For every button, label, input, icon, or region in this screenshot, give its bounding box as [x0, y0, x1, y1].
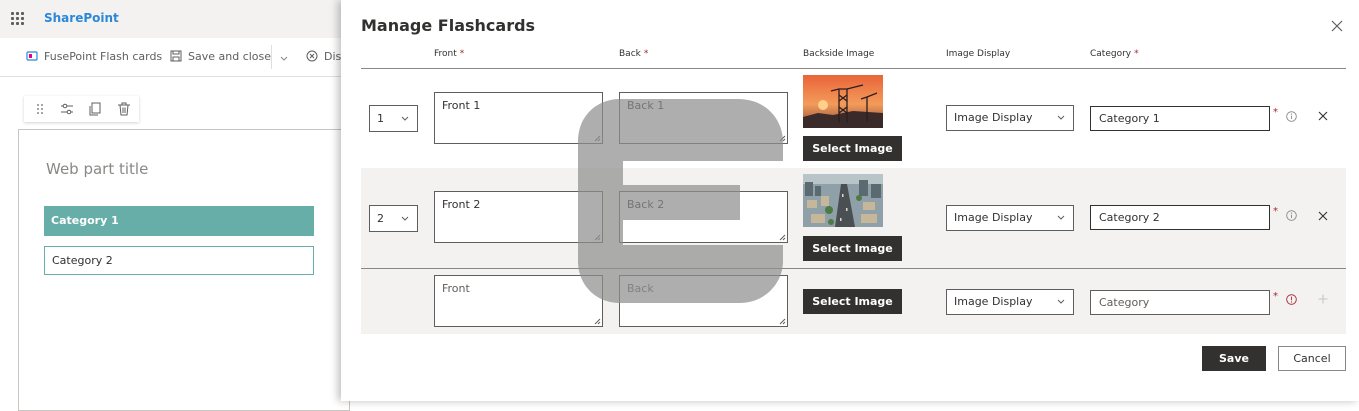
sharepoint-brand-link[interactable]: SharePoint	[44, 11, 119, 25]
front-placeholder: Front	[442, 282, 470, 295]
discard-label: Dis	[324, 50, 342, 63]
new-category-input[interactable]: Category	[1090, 290, 1270, 315]
close-icon[interactable]	[1331, 20, 1343, 32]
column-header-image-display: Image Display	[946, 49, 1011, 59]
manage-flashcards-panel: Manage Flashcards Front * Back * Backside …	[341, 0, 1359, 401]
backside-image-thumbnail	[803, 75, 883, 128]
category-input[interactable]: Category 2	[1090, 205, 1270, 230]
resize-grip-icon[interactable]	[593, 317, 601, 325]
flashcards-webpart: Web part title Category 1 Category 2	[18, 129, 350, 411]
chevron-down-icon	[1057, 299, 1065, 304]
info-icon[interactable]	[1286, 111, 1297, 122]
edit-properties-icon[interactable]	[59, 101, 75, 117]
image-display-select[interactable]: Image Display	[946, 289, 1074, 315]
column-header-category: Category *	[1090, 49, 1139, 59]
required-indicator: *	[1273, 206, 1278, 217]
image-display-select[interactable]: Image Display	[946, 205, 1074, 231]
column-header-front: Front *	[434, 49, 465, 59]
select-image-button[interactable]: Select Image	[803, 236, 902, 261]
required-indicator: *	[1273, 107, 1278, 118]
flashcards-command[interactable]: FusePoint Flash cards	[26, 50, 162, 63]
column-header-back: Back *	[619, 49, 649, 59]
chevron-down-icon	[280, 56, 288, 61]
new-flashcard-row: Front Back Select Image Image Display Ca…	[361, 268, 1346, 334]
webpart-title-placeholder[interactable]: Web part title	[46, 160, 148, 178]
required-indicator: *	[1273, 291, 1278, 302]
backside-image-thumbnail	[803, 174, 883, 227]
save-and-close-button[interactable]: Save and close	[170, 50, 271, 63]
front-textarea[interactable]: Front 2	[434, 191, 603, 243]
select-image-button[interactable]: Select Image	[803, 289, 902, 314]
app-launcher-icon[interactable]	[11, 12, 25, 26]
drag-handle-icon[interactable]	[32, 101, 48, 117]
chevron-down-icon	[401, 116, 409, 121]
image-display-value: Image Display	[954, 211, 1033, 224]
order-select[interactable]: 2	[369, 205, 418, 232]
front-text: Front 1	[442, 99, 481, 112]
info-icon[interactable]	[1286, 210, 1297, 221]
back-text: Back 2	[627, 198, 665, 211]
chevron-down-icon	[1057, 215, 1065, 220]
new-back-textarea[interactable]: Back	[619, 275, 788, 327]
back-textarea[interactable]: Back 1	[619, 92, 788, 144]
remove-row-icon[interactable]	[1318, 111, 1328, 121]
webpart-category-tab[interactable]: Category 1	[44, 206, 314, 236]
new-front-textarea[interactable]: Front	[434, 275, 603, 327]
column-header-backside-image: Backside Image	[803, 49, 875, 59]
order-value: 1	[377, 112, 384, 125]
discard-icon	[306, 50, 318, 62]
image-display-select[interactable]: Image Display	[946, 105, 1074, 131]
resize-grip-icon[interactable]	[593, 134, 601, 142]
image-display-value: Image Display	[954, 111, 1033, 124]
duplicate-icon[interactable]	[88, 101, 104, 117]
webpart-category-tab[interactable]: Category 2	[44, 246, 314, 275]
chevron-down-icon	[401, 216, 409, 221]
remove-row-icon[interactable]	[1318, 211, 1328, 221]
back-textarea[interactable]: Back 2	[619, 191, 788, 243]
discard-button[interactable]: Dis	[306, 50, 341, 63]
flashcards-icon	[26, 51, 38, 61]
save-button[interactable]: Save	[1202, 346, 1266, 371]
order-value: 2	[377, 212, 384, 225]
resize-grip-icon[interactable]	[778, 233, 786, 241]
flashcard-row: 2 Front 2 Back 2 Select Image Image Disp…	[361, 168, 1346, 268]
back-text: Back 1	[627, 99, 665, 112]
delete-icon[interactable]	[116, 101, 132, 117]
error-info-icon[interactable]	[1286, 294, 1297, 305]
front-textarea[interactable]: Front 1	[434, 92, 603, 144]
save-and-close-label: Save and close	[188, 50, 272, 63]
category-input[interactable]: Category 1	[1090, 106, 1270, 131]
save-options-chevron[interactable]	[280, 51, 288, 64]
image-display-value: Image Display	[954, 295, 1033, 308]
flashcard-row: 1 Front 1 Back 1 Select Image Image Disp…	[361, 69, 1346, 168]
panel-title: Manage Flashcards	[361, 16, 536, 35]
chevron-down-icon	[1057, 115, 1065, 120]
front-text: Front 2	[442, 198, 481, 211]
command-divider	[271, 45, 272, 69]
order-select[interactable]: 1	[369, 105, 418, 132]
resize-grip-icon[interactable]	[778, 317, 786, 325]
save-icon	[170, 50, 182, 62]
flashcards-command-label: FusePoint Flash cards	[44, 50, 163, 63]
add-row-icon[interactable]	[1318, 294, 1328, 304]
resize-grip-icon[interactable]	[778, 134, 786, 142]
cancel-button[interactable]: Cancel	[1278, 346, 1346, 371]
resize-grip-icon[interactable]	[593, 233, 601, 241]
webpart-toolbar	[24, 96, 139, 122]
select-image-button[interactable]: Select Image	[803, 136, 902, 161]
back-placeholder: Back	[627, 282, 654, 295]
